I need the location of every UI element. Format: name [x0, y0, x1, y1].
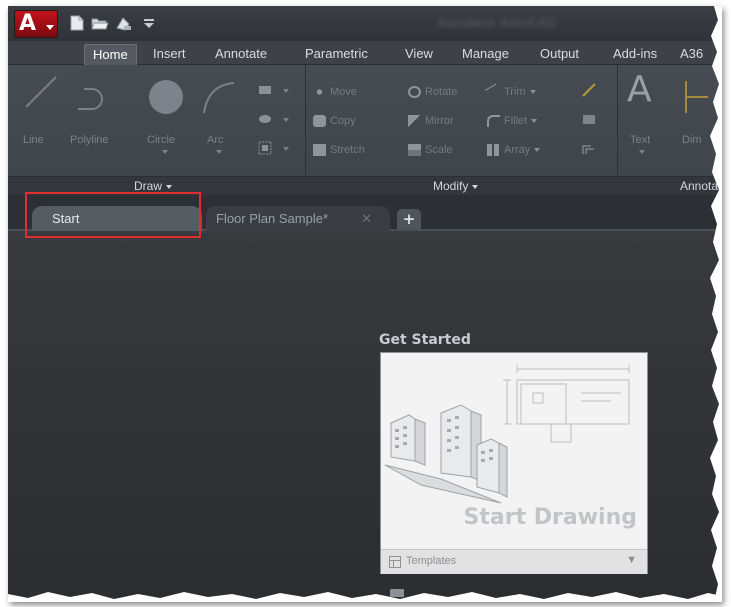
window-title: Autodesk AutoCAD [438, 16, 557, 30]
title-bar: A Autodesk AutoCAD [8, 6, 722, 41]
draw-panel-label: Draw [134, 179, 163, 193]
hatch-icon[interactable] [258, 114, 272, 124]
arc-icon[interactable] [200, 79, 238, 115]
move-tool[interactable]: Move [313, 84, 357, 100]
trim-tool[interactable]: Trim [484, 83, 536, 101]
trim-icon [484, 83, 503, 101]
chevron-down-icon[interactable] [283, 118, 289, 122]
panel-title-draw[interactable]: Draw [134, 179, 173, 193]
dimension-icon[interactable] [680, 77, 710, 117]
chevron-down-icon [534, 148, 541, 153]
panel-title-modify[interactable]: Modify [433, 179, 479, 193]
rectangle-icon[interactable] [258, 85, 272, 95]
copy-label: Copy [330, 115, 356, 127]
erase-icon[interactable] [581, 82, 597, 98]
templates-label: Templates [406, 555, 457, 567]
close-icon[interactable]: ✕ [361, 206, 372, 231]
copy-tool[interactable]: Copy [313, 113, 356, 129]
mirror-label: Mirror [425, 115, 454, 127]
explode-icon[interactable] [581, 111, 597, 127]
panel-title-annotation[interactable]: Annota [680, 179, 718, 193]
trim-label: Trim [504, 86, 526, 98]
tab-a360[interactable]: A36 [672, 44, 711, 65]
line-icon[interactable] [22, 73, 60, 111]
chevron-down-icon[interactable] [639, 150, 645, 154]
ribbon-panel-title-bar: Draw Modify Annota [8, 176, 722, 195]
floor-plan-tab-label: Floor Plan Sample* [216, 211, 328, 226]
save-icon[interactable] [115, 15, 133, 31]
dimension-tool-label: Dim [682, 134, 702, 146]
folder-icon[interactable] [390, 589, 404, 597]
rotate-label: Rotate [425, 86, 458, 98]
line-tool-label: Line [23, 134, 44, 146]
chevron-down-icon[interactable] [283, 89, 289, 93]
chevron-down-icon [531, 119, 538, 124]
tab-insert[interactable]: Insert [145, 44, 194, 65]
tab-annotate[interactable]: Annotate [207, 44, 275, 65]
template-icon [389, 556, 401, 568]
start-page-canvas: Get Started Start Drawing Templates ▼ [8, 233, 722, 602]
chevron-down-icon[interactable] [216, 150, 222, 154]
document-tab-bar: Start Floor Plan Sample* ✕ + [8, 195, 722, 231]
fillet-icon [487, 115, 500, 128]
polyline-tool-label: Polyline [70, 134, 109, 146]
open-folder-icon[interactable] [91, 15, 109, 31]
new-tab-button[interactable]: + [397, 209, 421, 229]
chevron-down-icon[interactable] [283, 147, 289, 151]
autocad-logo-icon: A [19, 11, 37, 36]
fillet-label: Fillet [504, 115, 528, 127]
rotate-tool[interactable]: Rotate [408, 84, 457, 100]
scale-tool[interactable]: Scale [408, 142, 453, 158]
new-file-icon[interactable] [68, 15, 86, 31]
array-icon [487, 144, 500, 157]
stretch-icon [313, 144, 326, 157]
start-drawing-label: Start Drawing [463, 505, 637, 530]
stretch-label: Stretch [330, 144, 365, 156]
application-menu-button[interactable]: A [14, 10, 58, 38]
array-label: Array [504, 144, 531, 156]
tab-home[interactable]: Home [84, 44, 137, 65]
mirror-icon [408, 115, 421, 128]
templates-dropdown[interactable]: Templates ▼ [381, 549, 647, 574]
region-icon[interactable] [258, 141, 272, 155]
text-tool-label: Text [630, 134, 651, 146]
copy-icon [313, 115, 326, 128]
quick-access-more-icon[interactable] [140, 15, 158, 31]
chevron-down-icon [166, 184, 173, 189]
tab-view[interactable]: View [397, 44, 441, 65]
get-started-heading: Get Started [379, 332, 471, 348]
fillet-tool[interactable]: Fillet [487, 113, 538, 129]
mirror-tool[interactable]: Mirror [408, 113, 454, 129]
move-label: Move [330, 86, 357, 98]
polyline-icon[interactable] [74, 79, 114, 113]
rotate-icon [408, 86, 421, 99]
start-drawing-card[interactable]: Start Drawing Templates ▼ [380, 352, 648, 574]
stretch-tool[interactable]: Stretch [313, 142, 365, 158]
tab-parametric[interactable]: Parametric [297, 44, 376, 65]
scale-icon [408, 144, 421, 157]
chevron-down-icon[interactable] [162, 150, 168, 154]
tab-output[interactable]: Output [532, 44, 587, 65]
chevron-down-icon [46, 25, 54, 30]
chevron-down-icon: ▼ [626, 554, 637, 566]
modify-panel-label: Modify [433, 179, 469, 193]
arc-tool-label: Arc [207, 134, 224, 146]
circle-icon[interactable] [146, 77, 186, 117]
circle-tool-label: Circle [147, 134, 176, 146]
autocad-window: A Autodesk AutoCAD Home Insert Annotate … [8, 6, 722, 602]
scale-label: Scale [425, 144, 453, 156]
move-icon [313, 86, 326, 99]
tab-start[interactable]: Start [32, 206, 202, 231]
ribbon-tab-bar: Home Insert Annotate Parametric View Man… [8, 41, 722, 65]
chevron-down-icon [472, 184, 479, 189]
tab-manage[interactable]: Manage [454, 44, 517, 65]
tab-add-ins[interactable]: Add-ins [605, 44, 665, 65]
array-tool[interactable]: Array [487, 142, 541, 158]
chevron-down-icon [529, 90, 536, 95]
text-icon[interactable]: A [627, 69, 652, 110]
tab-floor-plan-sample[interactable]: Floor Plan Sample* ✕ [206, 206, 390, 231]
offset-icon[interactable] [581, 140, 597, 156]
ribbon-panel: Line Polyline Circle Arc Move Rotate Tri… [8, 65, 722, 195]
